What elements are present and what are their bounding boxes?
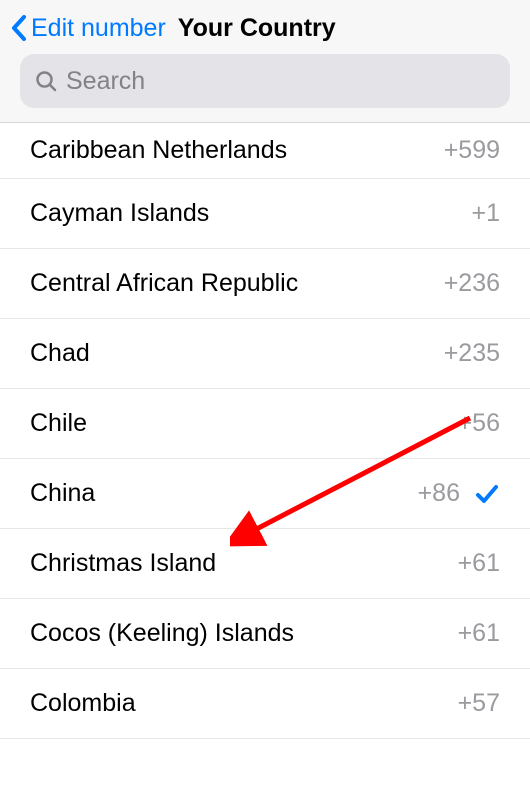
dial-code: +236: [444, 269, 500, 298]
row-right: +56: [458, 409, 500, 438]
country-name: Christmas Island: [30, 549, 216, 578]
row-right: +236: [444, 269, 500, 298]
search-input[interactable]: [66, 67, 496, 96]
list-item[interactable]: Christmas Island +61: [0, 529, 530, 599]
list-item[interactable]: Caribbean Netherlands +599: [0, 123, 530, 179]
list-item[interactable]: Chile +56: [0, 389, 530, 459]
list-item[interactable]: Colombia +57: [0, 669, 530, 739]
nav-row: Edit number Your Country: [0, 0, 530, 54]
list-item[interactable]: Central African Republic +236: [0, 249, 530, 319]
row-right: +1: [471, 199, 500, 228]
row-right: +61: [458, 549, 500, 578]
search-bar[interactable]: [20, 54, 510, 108]
search-icon: [34, 69, 58, 93]
back-label: Edit number: [31, 14, 166, 43]
chevron-left-icon: [10, 14, 27, 42]
dial-code: +235: [444, 339, 500, 368]
page-title: Your Country: [178, 14, 336, 43]
country-name: Cocos (Keeling) Islands: [30, 619, 294, 648]
dial-code: +61: [458, 619, 500, 648]
list-item[interactable]: China +86: [0, 459, 530, 529]
dial-code: +1: [471, 199, 500, 228]
list-item[interactable]: Cayman Islands +1: [0, 179, 530, 249]
back-button[interactable]: Edit number: [10, 14, 166, 43]
dial-code: +57: [458, 689, 500, 718]
list-item[interactable]: Cocos (Keeling) Islands +61: [0, 599, 530, 669]
country-name: Chad: [30, 339, 90, 368]
country-name: Chile: [30, 409, 87, 438]
header: Edit number Your Country: [0, 0, 530, 123]
country-name: China: [30, 479, 95, 508]
row-right: +235: [444, 339, 500, 368]
row-right: +61: [458, 619, 500, 648]
country-name: Cayman Islands: [30, 199, 209, 228]
dial-code: +86: [418, 479, 460, 508]
list-item[interactable]: Chad +235: [0, 319, 530, 389]
row-right: +86: [418, 479, 500, 508]
country-name: Colombia: [30, 689, 136, 718]
country-name: Caribbean Netherlands: [30, 136, 287, 165]
checkmark-icon: [474, 481, 500, 507]
country-list[interactable]: Caribbean Netherlands +599 Cayman Islands +…: [0, 123, 530, 739]
row-right: +57: [458, 689, 500, 718]
dial-code: +61: [458, 549, 500, 578]
country-name: Central African Republic: [30, 269, 298, 298]
dial-code: +599: [444, 136, 500, 165]
dial-code: +56: [458, 409, 500, 438]
search-container: [0, 54, 530, 108]
row-right: +599: [444, 136, 500, 165]
